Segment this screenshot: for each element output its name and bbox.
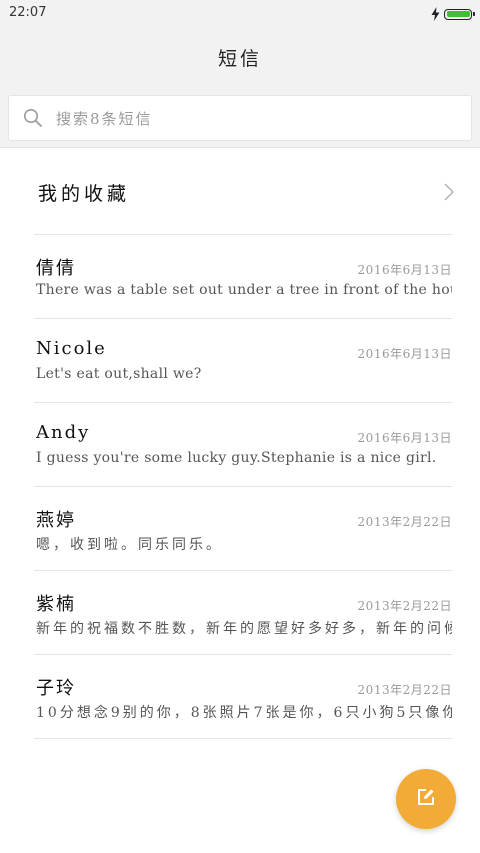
search-area: 搜索8条短信 xyxy=(0,86,480,148)
search-icon xyxy=(23,108,43,128)
message-row[interactable]: 子玲 2013年2月22日 10分想念9别的你，8张照片7张是你，6只小狗5只像… xyxy=(0,654,480,738)
title-bar: 短信 xyxy=(0,28,480,86)
chevron-right-icon xyxy=(444,183,455,205)
message-date: 2016年6月13日 xyxy=(357,347,452,361)
divider xyxy=(34,738,452,739)
message-preview: 新年的祝福数不胜数，新年的愿望好多好多，新年的问候… xyxy=(36,621,452,637)
message-row[interactable]: 燕婷 2013年2月22日 嗯，收到啦。同乐同乐。 xyxy=(0,486,480,570)
message-row[interactable]: 倩倩 2016年6月13日 There was a table set out … xyxy=(0,234,480,318)
message-preview: 嗯，收到啦。同乐同乐。 xyxy=(36,537,223,553)
message-sender: 燕婷 xyxy=(36,510,76,531)
status-indicators xyxy=(431,6,475,22)
message-sender: 子玲 xyxy=(36,678,76,699)
message-date: 2016年6月13日 xyxy=(357,431,452,445)
message-preview: 10分想念9别的你，8张照片7张是你，6只小狗5只像你，… xyxy=(36,705,452,721)
message-date: 2016年6月13日 xyxy=(357,263,452,277)
bolt-icon xyxy=(431,7,440,21)
status-time: 22:07 xyxy=(9,5,47,20)
message-date: 2013年2月22日 xyxy=(357,515,452,529)
status-bar: 22:07 xyxy=(0,0,480,28)
message-row[interactable]: Andy 2016年6月13日 I guess you're some luck… xyxy=(0,402,480,486)
message-preview: I guess you're some lucky guy.Stephanie … xyxy=(36,450,437,466)
message-sender: Nicole xyxy=(36,338,107,359)
compose-button[interactable] xyxy=(396,769,456,829)
favorites-row[interactable]: 我的收藏 xyxy=(0,150,480,234)
message-sender: Andy xyxy=(36,422,91,443)
search-input[interactable]: 搜索8条短信 xyxy=(8,95,472,141)
page-title: 短信 xyxy=(217,47,262,70)
message-sender: 倩倩 xyxy=(36,258,76,279)
battery-icon xyxy=(444,8,475,20)
message-date: 2013年2月22日 xyxy=(357,683,452,697)
message-preview: Let's eat out,shall we? xyxy=(36,366,202,382)
battery-level xyxy=(446,11,470,17)
compose-icon xyxy=(416,787,436,811)
favorites-label: 我的收藏 xyxy=(38,182,131,205)
message-row[interactable]: 紫楠 2013年2月22日 新年的祝福数不胜数，新年的愿望好多好多，新年的问候… xyxy=(0,570,480,654)
message-sender: 紫楠 xyxy=(36,594,76,615)
message-row[interactable]: Nicole 2016年6月13日 Let's eat out,shall we… xyxy=(0,318,480,402)
message-date: 2013年2月22日 xyxy=(357,599,452,613)
search-placeholder: 搜索8条短信 xyxy=(56,109,153,128)
message-preview: There was a table set out under a tree i… xyxy=(36,282,452,298)
